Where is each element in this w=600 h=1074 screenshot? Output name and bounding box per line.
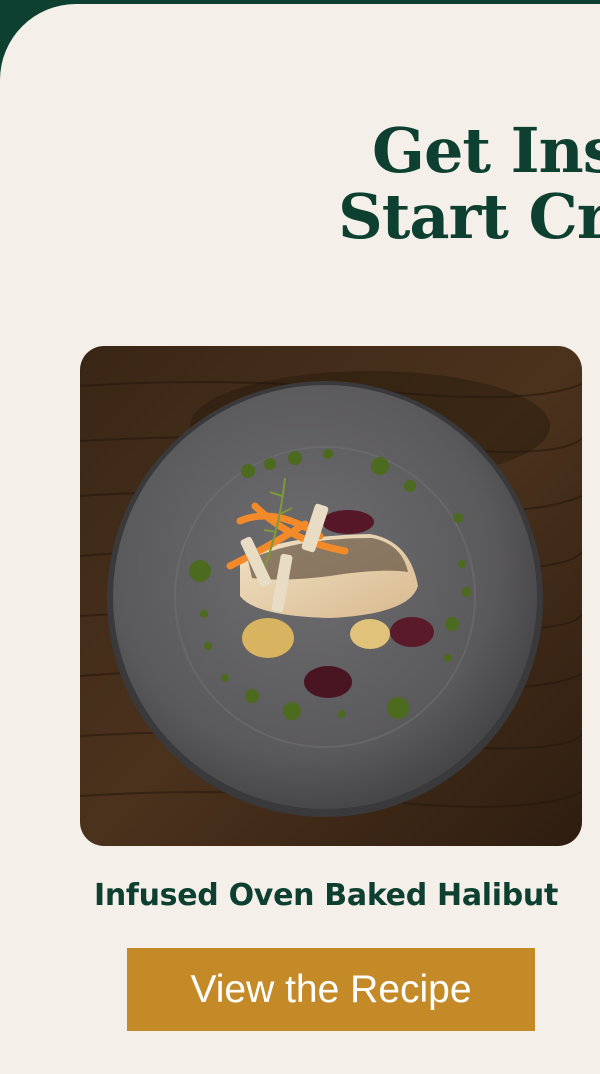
headline-line-1: Get Ins	[372, 114, 600, 187]
recipe-photo[interactable]	[80, 346, 582, 846]
view-recipe-button[interactable]: View the Recipe	[127, 948, 535, 1031]
page-headline: Get Ins Start Cr	[338, 118, 600, 250]
recipe-title[interactable]: Infused Oven Baked Halibut	[0, 876, 600, 916]
headline-line-2: Start Cr	[338, 180, 600, 253]
